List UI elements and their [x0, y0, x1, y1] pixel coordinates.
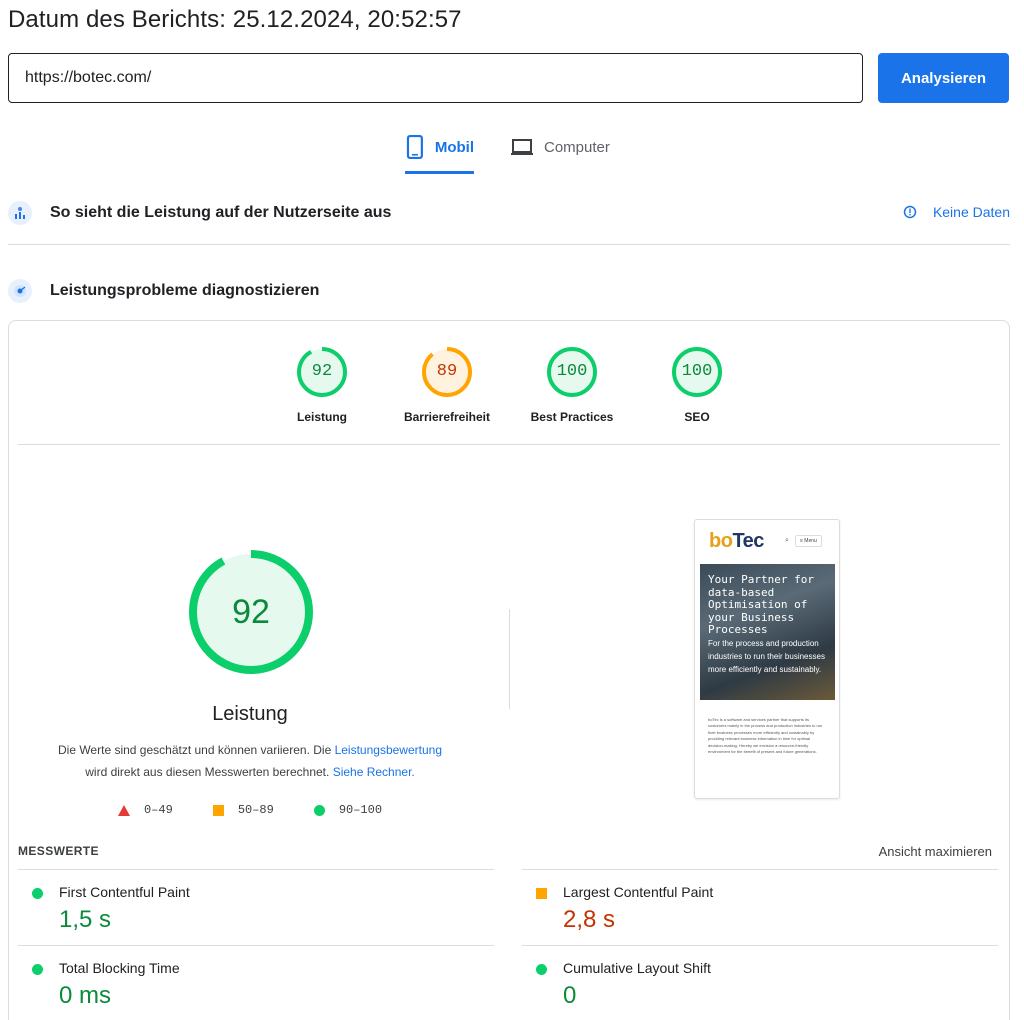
desc-middle: wird direkt aus diesen Messwerten berech…	[85, 765, 333, 779]
metric-value: 1,5 s	[59, 906, 112, 933]
metric-value: 2,8 s	[563, 906, 616, 933]
score-legend: 0–49 50–89 90–100	[118, 803, 422, 817]
section-divider	[8, 244, 1010, 245]
tab-mobile[interactable]: Mobil	[405, 130, 474, 174]
legend-item-poor: 0–49	[118, 803, 173, 817]
metric-cls: Cumulative Layout Shift 0	[522, 945, 998, 1020]
metric-value: 0	[563, 982, 577, 1009]
laptop-icon	[511, 139, 533, 155]
search-icon: ⌕	[785, 537, 789, 544]
legend-range: 0–49	[144, 803, 173, 817]
desc-prefix: Die Werte sind geschätzt und können vari…	[57, 743, 335, 757]
calculator-link[interactable]: Siehe Rechner.	[333, 765, 415, 779]
score-gauge-best-practices[interactable]: 100 Best Practices	[522, 346, 622, 424]
metric-tbt: Total Blocking Time 0 ms	[18, 945, 494, 1020]
score-value: 100	[681, 362, 713, 381]
good-indicator-icon	[32, 888, 43, 899]
metric-lcp: Largest Contentful Paint 2,8 s	[522, 869, 998, 945]
average-indicator-icon	[536, 888, 547, 899]
legend-item-average: 50–89	[212, 803, 274, 817]
score-gauge-seo[interactable]: 100 SEO	[647, 346, 747, 424]
good-indicator-icon	[536, 964, 547, 975]
performance-description: Die Werte sind geschätzt und können vari…	[30, 739, 470, 783]
score-label: Leistung	[297, 410, 347, 424]
metrics-header: MESSWERTE	[18, 844, 99, 858]
info-icon	[903, 205, 917, 219]
performance-score: 92	[232, 593, 270, 631]
hero-image: Your Partner for data-based Optimisation…	[700, 564, 835, 700]
body-text: boTec is a software and services partner…	[708, 717, 823, 755]
users-chart-icon	[8, 201, 32, 225]
diagnostics-section: Leistungsprobleme diagnostizieren	[8, 278, 1010, 304]
no-data-link[interactable]: Keine Daten	[903, 204, 1010, 220]
legend-range: 50–89	[237, 803, 274, 817]
tab-desktop[interactable]: Computer	[510, 130, 610, 174]
smartphone-icon	[406, 134, 423, 160]
lighthouse-icon	[8, 279, 32, 303]
metric-value: 0 ms	[59, 982, 112, 1009]
botec-logo: boTec	[709, 530, 764, 553]
card-divider	[18, 444, 1000, 445]
score-label: Barrierefreiheit	[403, 410, 491, 424]
page-screenshot[interactable]: boTec ⌕ ≡ Menu Your Partner for data-bas…	[694, 519, 840, 799]
score-link[interactable]: Leistungsbewertung	[335, 743, 442, 757]
metric-label: Total Blocking Time	[59, 960, 180, 976]
score-label: Best Practices	[530, 410, 614, 424]
metric-fcp: First Contentful Paint 1,5 s	[18, 869, 494, 945]
url-input[interactable]	[8, 53, 863, 103]
logo-part2: Tec	[732, 530, 764, 552]
circle-icon	[313, 804, 325, 816]
performance-gauge: 92	[188, 549, 314, 675]
score-gauge-performance[interactable]: 92 Leistung	[272, 346, 372, 424]
diagnostics-title: Leistungsprobleme diagnostizieren	[50, 282, 320, 299]
field-data-section: So sieht die Leistung auf der Nutzerseit…	[8, 200, 1010, 226]
legend-item-good: 90–100	[313, 803, 383, 817]
tab-desktop-label: Computer	[544, 139, 610, 156]
score-label: SEO	[684, 410, 710, 424]
report-date: Datum des Berichts: 25.12.2024, 20:52:57	[8, 6, 462, 33]
vertical-divider	[509, 609, 510, 709]
no-data-label: Keine Daten	[932, 204, 1010, 220]
score-gauge-accessibility[interactable]: 89 Barrierefreiheit	[397, 346, 497, 424]
tab-mobile-label: Mobil	[434, 139, 474, 156]
hero-text: For the process and production industrie…	[708, 639, 825, 674]
analyze-button[interactable]: Analysieren	[878, 53, 1009, 103]
square-icon	[212, 804, 224, 816]
score-value: 92	[311, 362, 333, 381]
logo-part1: bo	[709, 530, 733, 552]
score-value: 89	[436, 362, 458, 381]
good-indicator-icon	[32, 964, 43, 975]
triangle-icon	[118, 804, 130, 816]
legend-range: 90–100	[338, 803, 383, 817]
hero-title: Your Partner for data-based Optimisation…	[708, 573, 814, 636]
expand-view-link[interactable]: Ansicht maximieren	[879, 844, 992, 859]
metric-label: Largest Contentful Paint	[563, 884, 714, 900]
metric-label: First Contentful Paint	[59, 884, 190, 900]
performance-title: Leistung	[212, 703, 288, 725]
score-value: 100	[556, 362, 588, 381]
field-data-title: So sieht die Leistung auf der Nutzerseit…	[50, 204, 392, 221]
menu-button: ≡ Menu	[795, 535, 822, 547]
metric-label: Cumulative Layout Shift	[563, 960, 711, 976]
